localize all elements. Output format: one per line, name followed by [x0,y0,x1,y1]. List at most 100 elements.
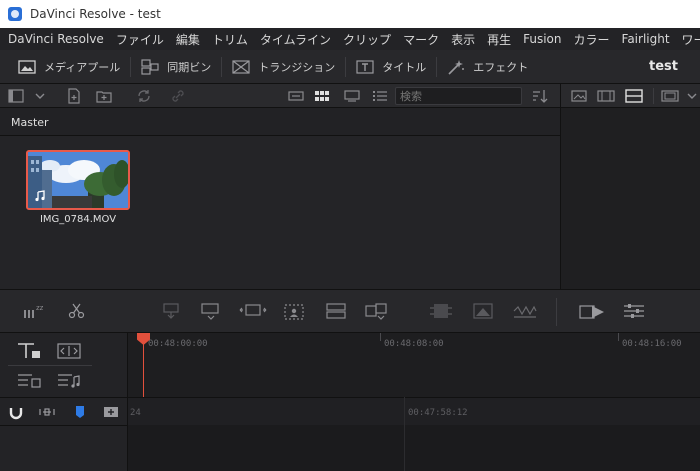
track-divider [404,397,405,471]
menu-timeline[interactable]: タイムライン [254,31,337,48]
ruler-timecode: 00:48:00:00 [148,339,208,349]
interface-toolbar: メディアプール 同期ビン トランジション タイトル エフェクト test [0,50,700,84]
effects-label: エフェクト [473,60,529,74]
fit-to-fill-icon[interactable] [282,302,306,322]
source-viewer[interactable] [560,108,700,289]
append-at-end-icon[interactable] [364,302,388,320]
scissors-icon[interactable] [68,302,86,320]
ruler-timecode: 00:48:08:00 [384,339,444,349]
audio-track-icon[interactable] [16,371,42,391]
toolbar-divider [653,88,654,104]
marker-icon[interactable] [102,404,120,420]
media-pool-icon [18,59,36,74]
panel-divider [0,425,128,426]
ruler-tick [380,333,381,341]
media-pool-button[interactable]: メディアプール [0,50,130,83]
clip-name: IMG_0784.MOV [39,214,117,225]
chevron-down-icon[interactable] [685,88,699,104]
music-note-icon [35,190,45,202]
image-icon[interactable] [571,88,587,104]
menu-clip[interactable]: クリップ [337,31,397,48]
aspect-ratio-icon[interactable] [661,88,679,104]
list-view-icon[interactable] [372,88,388,104]
svg-text:zz: zz [36,304,44,312]
menu-fusion[interactable]: Fusion [517,32,567,46]
davinci-resolve-app-icon [8,7,22,21]
play-clip-icon[interactable] [578,302,606,322]
menu-bar: DaVinci Resolve ファイル 編集 トリム タイムライン クリップ … [0,28,700,50]
sync-bin-button[interactable]: 同期ビン [131,50,221,83]
ruler-timecode: 24 [130,408,141,418]
menu-fairlight[interactable]: Fairlight [616,32,676,46]
new-bin-icon[interactable] [96,88,112,104]
flag-icon[interactable] [74,404,86,420]
clip-thumbnail[interactable] [26,150,130,210]
menu-file[interactable]: ファイル [110,31,170,48]
titles-icon [356,59,374,74]
timeline-control-panel [0,397,128,471]
ruler-tick [618,333,619,341]
chevron-down-icon[interactable] [32,88,48,104]
bin-header: Master [0,108,560,136]
overwrite-clip-icon[interactable] [198,302,224,320]
linked-selection-icon[interactable] [38,404,56,420]
timeline-ruler-lower[interactable]: 24 00:47:58:12 [128,397,700,425]
transitions-icon [232,59,250,74]
bin-name[interactable]: Master [11,116,49,129]
track-destination-icon[interactable] [16,341,42,361]
snapping-icon[interactable] [56,341,82,361]
project-name: test [649,59,678,74]
thumbnail-view-icon[interactable] [314,88,330,104]
timeline-track-area[interactable] [128,425,700,471]
transitions-label: トランジション [258,60,336,74]
metadata-view-icon[interactable] [288,88,304,104]
toolbar-divider [556,298,557,326]
adjustments-icon[interactable] [622,302,646,320]
menu-edit[interactable]: 編集 [170,31,206,48]
media-pool-label: メディアプール [44,60,121,74]
menu-davinci-resolve[interactable]: DaVinci Resolve [0,32,110,46]
ripple-overwrite-icon[interactable] [428,302,454,320]
replace-clip-icon[interactable] [238,302,268,320]
ruler-timecode: 00:48:16:00 [622,339,682,349]
menu-playback[interactable]: 再生 [481,31,517,48]
panel-divider [8,365,92,366]
ruler-timecode: 00:47:58:12 [408,408,468,418]
media-pool-toolbar [0,84,560,108]
place-on-top-icon[interactable] [324,302,348,320]
close-up-icon[interactable] [470,302,496,320]
sync-icon[interactable] [136,88,152,104]
magic-wand-icon [448,59,465,75]
menu-trim[interactable]: トリム [206,31,254,48]
window-title: DaVinci Resolve - test [30,7,161,21]
menu-workspace[interactable]: ワークスペース [676,31,700,48]
audio-note-icon[interactable] [56,371,82,391]
sync-bin-label: 同期ビン [167,60,212,74]
panel-toggle-icon[interactable] [8,88,24,104]
effects-button[interactable]: エフェクト [437,50,538,83]
sleep-mode-icon[interactable]: zz [22,302,46,320]
import-media-icon[interactable] [66,88,82,104]
timeline-ruler[interactable]: 00:48:00:00 00:48:08:00 00:48:16:00 [128,333,700,397]
menu-color[interactable]: カラー [568,31,616,48]
source-overwrite-icon[interactable] [512,302,538,320]
titles-label: タイトル [382,60,427,74]
playhead-line[interactable] [143,340,144,397]
magnet-icon[interactable] [8,404,24,420]
window-titlebar: DaVinci Resolve - test [0,0,700,28]
link-icon[interactable] [170,88,186,104]
viewer-toolbar [560,84,700,108]
titles-button[interactable]: タイトル [346,50,436,83]
menu-view[interactable]: 表示 [445,31,481,48]
film-icon[interactable] [597,88,615,104]
transitions-button[interactable]: トランジション [222,50,345,83]
sync-bin-icon [141,58,159,75]
menu-mark[interactable]: マーク [397,31,445,48]
edit-toolbar: zz [0,289,700,333]
filmstrip-view-icon[interactable] [344,88,360,104]
viewer-layout-icon[interactable] [625,88,643,104]
search-input[interactable] [395,87,522,105]
timeline-tools-panel [0,333,128,397]
sort-icon[interactable] [532,88,548,104]
insert-clip-icon[interactable] [158,302,184,320]
